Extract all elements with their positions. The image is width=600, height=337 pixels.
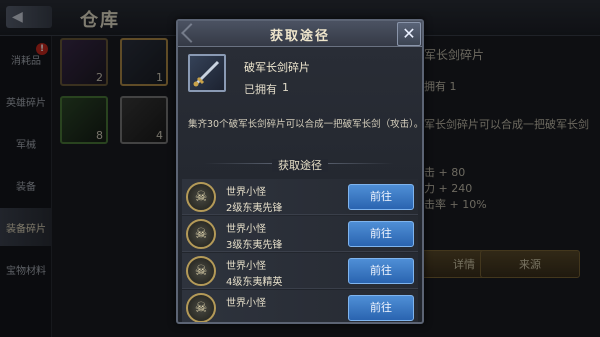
list-item: ☠ 世界小怪 4级东夷精英 前往 — [182, 253, 418, 289]
go-button[interactable]: 前往 — [348, 295, 414, 321]
dialog-header: 获取途径 ✕ — [178, 21, 422, 47]
close-button[interactable]: ✕ — [397, 22, 421, 46]
list-item: ☠ 世界小怪 前往 — [182, 290, 418, 322]
close-icon: ✕ — [402, 24, 416, 43]
route-name: 世界小怪 — [226, 187, 266, 198]
monster-skull-icon: ☠ — [186, 256, 216, 286]
dialog-title: 获取途径 — [269, 29, 330, 44]
sword-fragment-icon — [188, 54, 226, 92]
owned-label: 已拥有 — [244, 83, 277, 96]
route-name: 世界小怪 — [226, 261, 266, 272]
route-list[interactable]: ☠ 世界小怪 2级东夷先锋 前往 ☠ 世界小怪 3级东夷先锋 前往 ☠ 世界小怪… — [182, 179, 418, 322]
route-target: 2级东夷先锋 — [226, 203, 283, 214]
list-item: ☠ 世界小怪 3级东夷先锋 前往 — [182, 216, 418, 252]
section-title-text: 获取途径 — [272, 159, 328, 172]
owned-count: 1 — [282, 81, 289, 94]
item-description: 集齐30个破军长剑碎片可以合成一把破军长剑（攻击）。 — [188, 119, 424, 130]
route-name: 世界小怪 — [226, 224, 266, 235]
acquire-route-dialog: 获取途径 ✕ 破军长剑碎片 已拥有 1 集齐30个破军长剑碎片可以合成一把破军长… — [176, 19, 424, 324]
go-button[interactable]: 前往 — [348, 221, 414, 247]
go-button[interactable]: 前往 — [348, 258, 414, 284]
route-target: 3级东夷先锋 — [226, 240, 283, 251]
monster-skull-icon: ☠ — [186, 182, 216, 212]
monster-skull-icon: ☠ — [186, 293, 216, 322]
route-name: 世界小怪 — [226, 298, 266, 309]
item-name: 破军长剑碎片 — [244, 61, 310, 74]
route-target: 4级东夷精英 — [226, 277, 283, 288]
list-item: ☠ 世界小怪 2级东夷先锋 前往 — [182, 179, 418, 215]
section-title: 获取途径 — [178, 157, 422, 173]
monster-skull-icon: ☠ — [186, 219, 216, 249]
go-button[interactable]: 前往 — [348, 184, 414, 210]
